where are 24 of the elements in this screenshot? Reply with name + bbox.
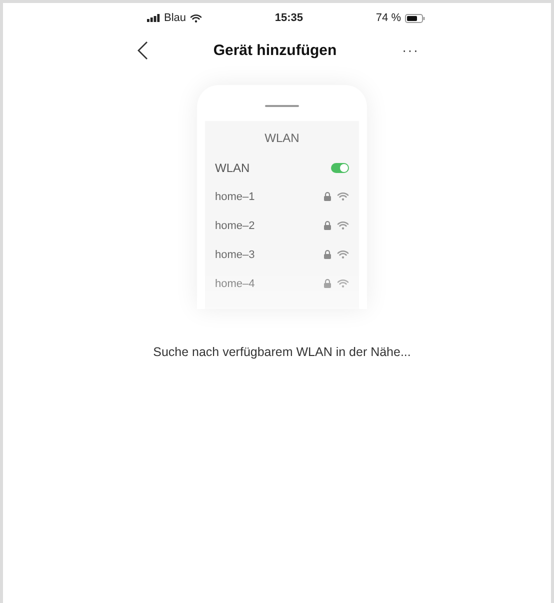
screen-heading: WLAN	[264, 130, 300, 147]
lock-icon	[324, 279, 331, 288]
back-icon[interactable]	[137, 40, 148, 60]
network-name: home–3	[215, 248, 255, 260]
page-title: Gerät hinzufügen	[213, 42, 337, 58]
network-name: home–2	[215, 220, 255, 232]
wifi-icon	[337, 250, 349, 259]
battery-icon	[405, 14, 425, 22]
lock-icon	[324, 221, 331, 230]
battery-percentage: 74 %	[376, 12, 401, 24]
more-button[interactable]: ···	[402, 42, 419, 58]
lock-icon	[324, 250, 331, 259]
wifi-icon	[190, 14, 202, 22]
clock: 15:35	[274, 12, 304, 24]
network-name: home–4	[215, 278, 255, 290]
wlan-label: WLAN	[215, 160, 250, 174]
wifi-icon	[337, 221, 349, 230]
network-name: home–1	[215, 190, 255, 202]
lock-icon	[324, 192, 331, 201]
wifi-icon	[337, 192, 349, 201]
status-message: Suche nach verfügbarem WLAN in der Nähe...	[152, 345, 412, 359]
carrier-name: Blau	[164, 12, 186, 24]
wifi-icon	[337, 279, 349, 288]
signal-icon	[147, 14, 160, 22]
